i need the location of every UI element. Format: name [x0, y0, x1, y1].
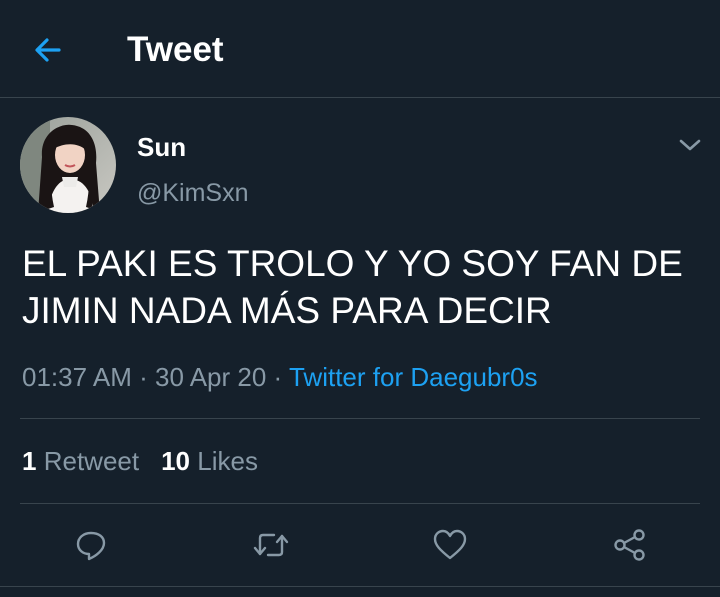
retweet-count: 1 [22, 446, 37, 476]
heart-icon [433, 529, 467, 560]
tweet-date: 30 Apr 20 [155, 362, 267, 392]
tweet-time: 01:37 AM [22, 362, 132, 392]
tweet-source-link[interactable]: Twitter for Daegubr0s [289, 362, 538, 392]
reply-button[interactable] [61, 515, 121, 575]
meta-separator: · [139, 362, 148, 392]
divider [20, 503, 700, 504]
retweets-stat[interactable]: 1 Retweet [22, 446, 139, 476]
retweet-label: Retweet [43, 446, 140, 476]
chevron-down-icon [679, 139, 701, 151]
avatar[interactable] [20, 117, 116, 213]
back-button[interactable] [22, 28, 74, 72]
arrow-left-icon [35, 38, 61, 62]
share-icon [614, 529, 645, 561]
like-label: Likes [197, 446, 258, 476]
author-name[interactable]: Sun [137, 131, 186, 163]
divider [0, 586, 720, 587]
action-bar [0, 515, 720, 575]
page-title: Tweet [127, 30, 224, 69]
share-button[interactable] [600, 515, 660, 575]
top-bar: Tweet [0, 0, 720, 98]
profile-photo [20, 117, 116, 213]
likes-stat[interactable]: 10 Likes [161, 446, 258, 476]
retweet-icon [253, 533, 289, 557]
divider [20, 418, 700, 419]
tweet-detail-screen: Tweet Sun @KimSxn EL PAKI ES TROLO Y YO … [0, 0, 720, 597]
like-button[interactable] [420, 515, 480, 575]
like-count: 10 [161, 446, 191, 476]
more-options-button[interactable] [672, 130, 708, 160]
reply-icon [76, 531, 106, 561]
tweet-stats: 1 Retweet 10 Likes [22, 443, 258, 479]
meta-separator: · [273, 362, 283, 392]
tweet-meta: 01:37 AM · 30 Apr 20 · Twitter for Daegu… [22, 359, 538, 395]
author-handle[interactable]: @KimSxn [137, 177, 249, 209]
tweet-text: EL PAKI ES TROLO Y YO SOY FAN DE JIMIN N… [22, 243, 683, 331]
retweet-button[interactable] [241, 515, 301, 575]
